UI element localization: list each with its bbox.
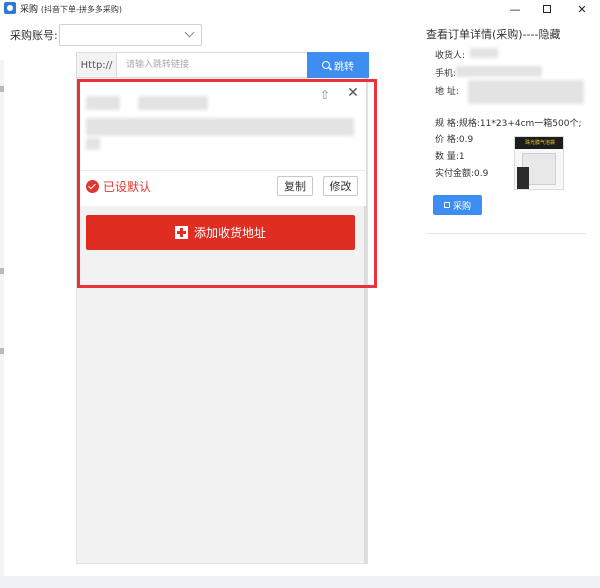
edge-mark — [0, 348, 4, 354]
account-select[interactable] — [59, 24, 202, 46]
window-title-main: 采购 — [20, 5, 39, 15]
account-label: 采购账号: — [10, 29, 58, 42]
spec-row: 规 格:规格:11*23+4cm一箱500个; — [435, 119, 582, 129]
url-input[interactable] — [118, 53, 308, 77]
close-icon: ✕ — [577, 2, 587, 16]
app-icon — [4, 2, 16, 14]
jump-button[interactable]: 跳转 — [307, 52, 369, 78]
edge-mark — [0, 268, 4, 274]
url-bar: Http:// 跳转 — [76, 52, 369, 78]
maximize-button[interactable] — [530, 0, 564, 18]
blurred-phone-detail — [456, 66, 542, 77]
background-blue-tab — [586, 70, 600, 576]
blurred-receiver — [470, 48, 498, 58]
paid-row: 实付金额:0.9 — [435, 169, 489, 179]
product-image-label: 珠光膜气泡袋 — [515, 137, 563, 149]
chevron-down-icon — [184, 27, 195, 38]
search-icon — [322, 61, 330, 69]
receiver-label: 收货人: — [435, 51, 466, 61]
edge-mark — [0, 86, 4, 92]
price-row: 价 格:0.9 — [435, 135, 474, 145]
taskbar-strip — [0, 576, 600, 588]
maximize-icon — [543, 5, 551, 13]
jump-button-label: 跳转 — [334, 61, 354, 73]
title-bar: 采购 (抖音下单-拼多多采购) — ✕ — [0, 0, 600, 18]
receiver-row: 收货人: — [435, 48, 465, 61]
background-window-edge — [0, 60, 4, 588]
quantity-row: 数 量:1 — [435, 152, 465, 162]
address-row: 地 址: — [435, 84, 459, 97]
address-label: 地 址: — [435, 87, 459, 97]
close-button[interactable]: ✕ — [565, 0, 599, 18]
phone-label: 手机: — [435, 69, 457, 79]
url-prefix: Http:// — [77, 53, 117, 77]
order-detail-title: 查看订单详情(采购)----隐藏 — [426, 28, 561, 41]
cart-icon — [443, 202, 450, 208]
minimize-icon: — — [509, 2, 521, 16]
product-image[interactable]: 珠光膜气泡袋 — [514, 136, 564, 190]
phone-row: 手机: — [435, 66, 456, 79]
minimize-button[interactable]: — — [498, 0, 532, 18]
window-title: 采购 (抖音下单-拼多多采购) — [20, 2, 122, 15]
highlight-annotation-box — [77, 79, 377, 288]
window-title-sub: (抖音下单-拼多多采购) — [40, 5, 123, 14]
product-dark-shape — [517, 167, 529, 189]
detail-divider — [426, 233, 586, 234]
blurred-address-detail — [468, 80, 584, 104]
purchase-label: 采购 — [452, 201, 471, 212]
purchase-button[interactable]: 采购 — [433, 195, 482, 215]
